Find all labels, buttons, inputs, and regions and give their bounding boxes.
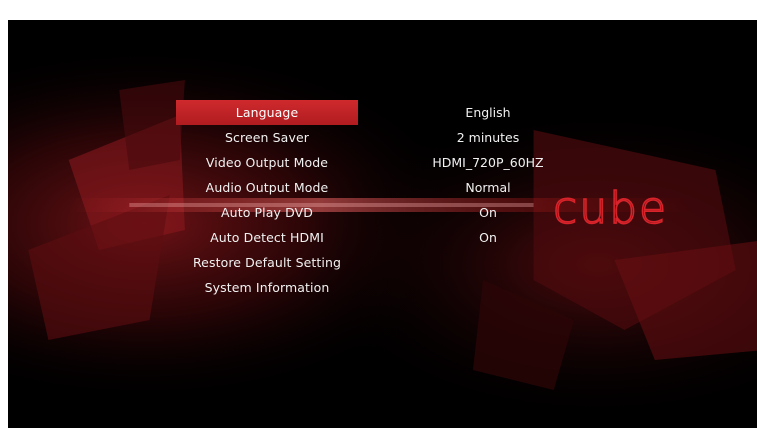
menu-item-auto-play-dvd[interactable]: Auto Play DVD — [176, 200, 358, 225]
menu-item-auto-detect-hdmi[interactable]: Auto Detect HDMI — [176, 225, 358, 250]
menu-item-audio-output-mode[interactable]: Audio Output Mode — [176, 175, 358, 200]
video-output-mode-value: HDMI_720P_60HZ — [432, 155, 544, 170]
settings-values: English 2 minutes HDMI_720P_60HZ Normal … — [403, 100, 573, 250]
menu-item-video-output-mode[interactable]: Video Output Mode — [176, 150, 358, 175]
settings-menu: Language Screen Saver Video Output Mode … — [176, 100, 358, 300]
menu-item-restore-default-setting[interactable]: Restore Default Setting — [176, 250, 358, 275]
auto-play-dvd-value: On — [479, 205, 497, 220]
settings-screen: Language Screen Saver Video Output Mode … — [8, 20, 757, 428]
menu-item-language[interactable]: Language — [176, 100, 358, 125]
cube-logo: cube — [552, 183, 669, 234]
menu-item-screen-saver[interactable]: Screen Saver — [176, 125, 358, 150]
screen-saver-value: 2 minutes — [456, 130, 520, 145]
auto-detect-hdmi-value: On — [479, 230, 497, 245]
language-value: English — [465, 105, 511, 120]
menu-item-system-information[interactable]: System Information — [176, 275, 358, 300]
audio-output-mode-value: Normal — [465, 180, 511, 195]
